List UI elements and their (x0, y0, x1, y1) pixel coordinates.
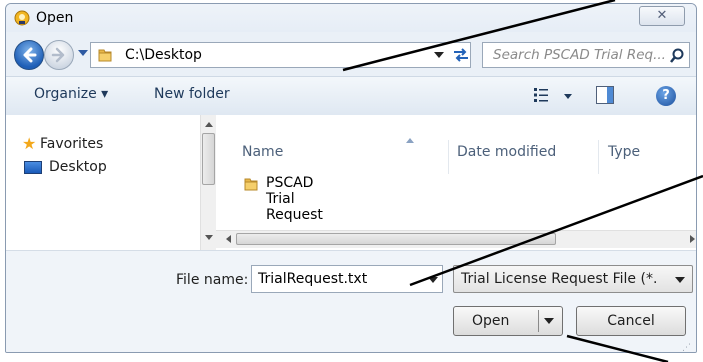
file-name: PSCAD Trial Request (266, 175, 323, 223)
open-button[interactable]: Open (453, 306, 563, 336)
open-button-label: Open (472, 313, 510, 329)
scroll-thumb[interactable] (236, 233, 556, 245)
file-list: Name Date modified Type PSCAD Trial Requ… (216, 115, 696, 250)
split-divider (538, 310, 539, 332)
search-icon[interactable] (669, 48, 685, 64)
file-name-label: File name: (176, 272, 249, 288)
column-divider[interactable] (448, 140, 449, 174)
search-input[interactable]: Search PSCAD Trial Req... (482, 42, 690, 68)
address-dropdown-icon[interactable] (434, 52, 444, 58)
file-type-select[interactable]: Trial License Request File (*. (453, 265, 693, 293)
resize-grip-icon[interactable]: ⋰ (682, 343, 691, 352)
sort-ascending-icon (406, 138, 414, 143)
forward-arrow-icon (51, 47, 65, 63)
app-icon (14, 10, 30, 26)
open-options-dropdown-icon[interactable] (544, 318, 554, 324)
horizontal-scrollbar[interactable] (216, 230, 696, 248)
recent-pages-dropdown-icon[interactable] (78, 50, 88, 56)
title-bar: Open ✕ (6, 4, 696, 32)
back-button[interactable] (14, 40, 44, 70)
new-folder-button[interactable]: New folder (154, 86, 230, 102)
scroll-thumb[interactable] (202, 133, 215, 185)
folder-icon (98, 49, 112, 62)
file-type-dropdown-icon[interactable] (675, 277, 685, 283)
search-placeholder: Search PSCAD Trial Req... (493, 47, 666, 63)
folder-icon (244, 178, 258, 191)
nav-scrollbar[interactable] (200, 115, 217, 250)
column-header-type[interactable]: Type (608, 144, 640, 160)
scroll-right-icon[interactable] (690, 235, 695, 243)
star-icon: ★ (22, 134, 37, 153)
dialog-footer: File name: TrialRequest.txt Trial Licens… (6, 250, 696, 352)
navigation-pane: ★ Favorites Desktop (6, 115, 226, 250)
organize-button[interactable]: Organize ▾ (34, 86, 108, 102)
cancel-button[interactable]: Cancel (576, 306, 686, 336)
window-title: Open (36, 10, 74, 26)
address-path: C:\Desktop (125, 47, 202, 63)
preview-pane-icon[interactable] (596, 86, 614, 104)
forward-button[interactable] (44, 40, 74, 70)
nav-item-label: Favorites (40, 136, 104, 152)
file-name-dropdown-icon[interactable] (428, 277, 438, 283)
scroll-left-icon[interactable] (226, 235, 231, 243)
open-dialog: Open ✕ C:\Desktop Search PSCAD Trial Req… (5, 3, 697, 353)
nav-item-label: Desktop (49, 159, 107, 175)
file-type-value: Trial License Request File (*. (461, 271, 658, 287)
help-icon[interactable]: ? (656, 86, 676, 106)
address-bar[interactable]: C:\Desktop (90, 42, 471, 68)
file-name-value: TrialRequest.txt (258, 271, 368, 287)
views-dropdown-icon[interactable] (564, 94, 572, 99)
column-header-date-modified[interactable]: Date modified (457, 144, 556, 160)
desktop-icon (24, 161, 42, 174)
refresh-icon[interactable] (451, 46, 471, 64)
close-button[interactable]: ✕ (639, 6, 685, 26)
back-arrow-icon (23, 47, 37, 63)
file-name-field[interactable]: TrialRequest.txt (251, 265, 443, 293)
scroll-up-icon[interactable] (205, 122, 213, 127)
command-bar: Organize ▾ New folder ? (6, 76, 696, 116)
scroll-down-icon[interactable] (205, 235, 213, 240)
views-icon[interactable] (533, 86, 549, 104)
column-header-name[interactable]: Name (242, 144, 283, 160)
column-divider[interactable] (598, 140, 599, 174)
